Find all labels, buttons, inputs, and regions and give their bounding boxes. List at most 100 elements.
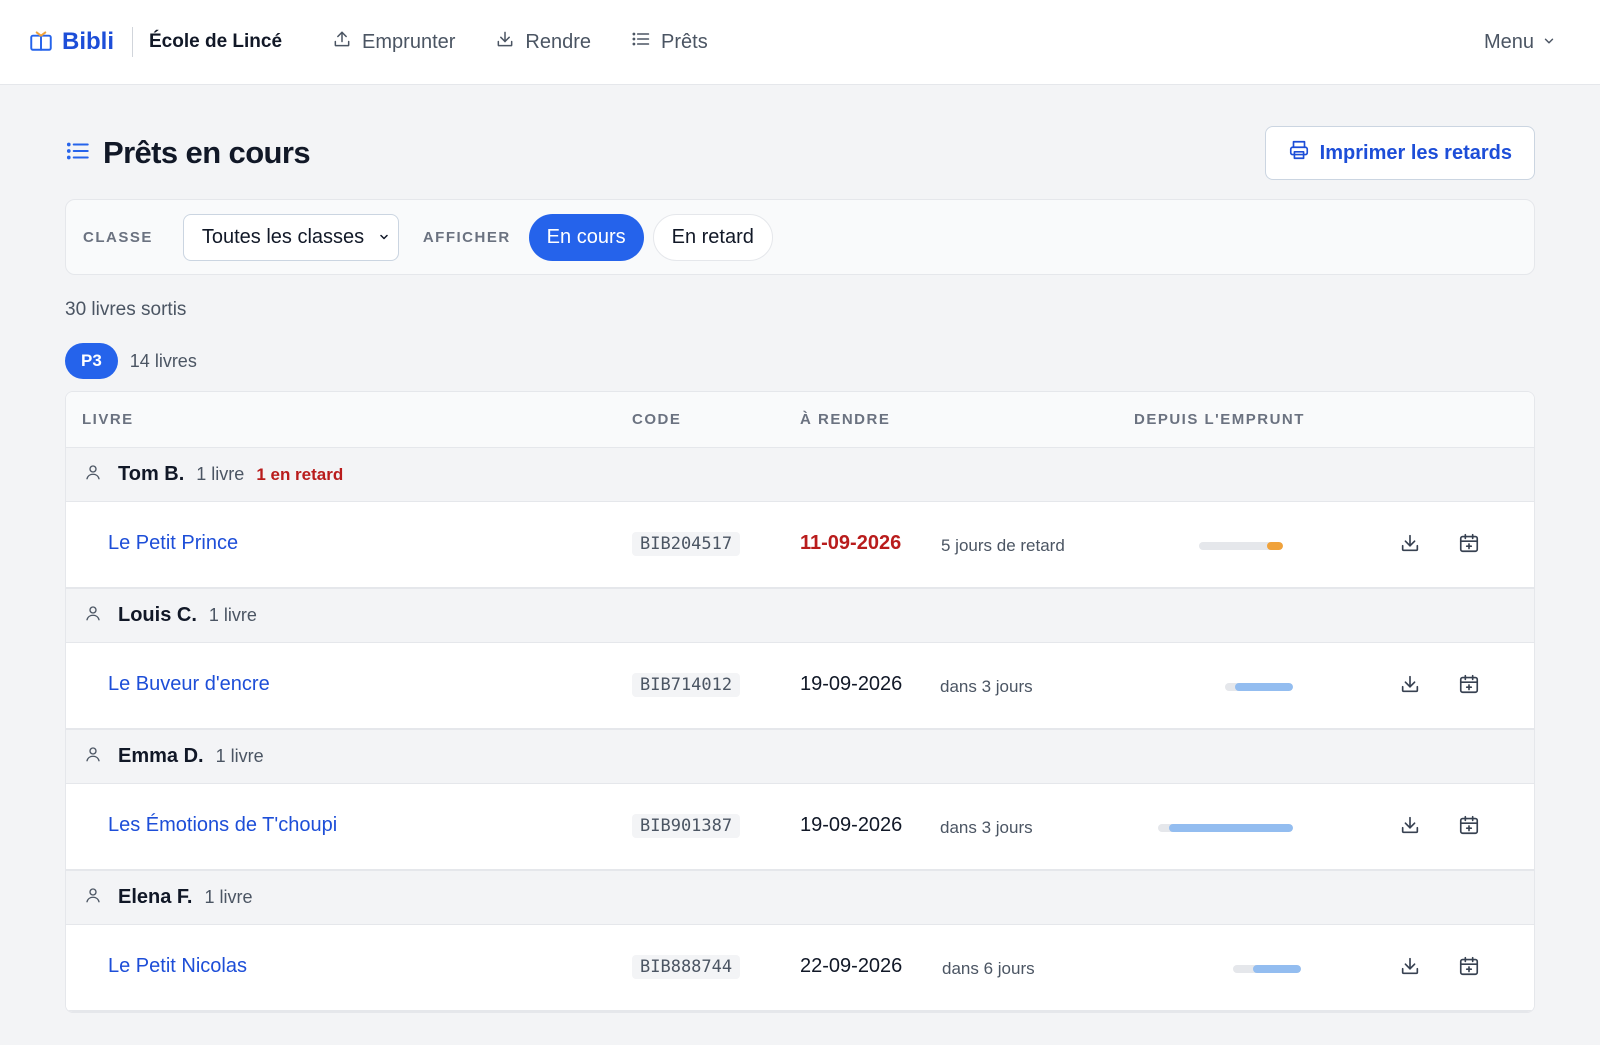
nav-link-rendre[interactable]: Rendre [495, 29, 591, 55]
show-filter-label: AFFICHER [422, 228, 511, 246]
loan-progress-fill [1267, 542, 1283, 550]
loan-row: Le Buveur d'encre BIB714012 19-09-2026 dans… [66, 643, 1534, 730]
book-code: BIB204517 [632, 532, 741, 556]
extend-loan-button[interactable] [1456, 955, 1482, 981]
top-navigation: Bibli École de Lincé Emprunter Rendre Pr… [0, 0, 1600, 85]
nav-link-label: Rendre [525, 30, 592, 53]
book-title-link[interactable]: Les Émotions de T'choupi [108, 814, 337, 837]
class-filter-label: CLASSE [83, 228, 153, 246]
filter-bar: CLASSE Toutes les classes AFFICHER En co… [65, 199, 1535, 275]
nav-links: Emprunter Rendre Prêts [332, 29, 708, 55]
download-icon [1399, 955, 1421, 982]
menu-button[interactable]: Menu [1484, 31, 1556, 54]
download-icon [1399, 673, 1421, 700]
student-name: Tom B. [118, 463, 185, 485]
book-code: BIB714012 [632, 673, 741, 697]
student-book-count: 1 livre [208, 605, 257, 625]
gift-icon [28, 27, 54, 58]
loan-count: 30 livres sortis [65, 299, 187, 320]
loan-progress-bar [1225, 683, 1293, 691]
list-icon [65, 138, 91, 169]
student-book-count: 1 livre [196, 464, 245, 484]
print-overdue-button[interactable]: Imprimer les retards [1264, 126, 1535, 180]
loan-progress-fill [1235, 683, 1293, 691]
loan-progress-fill [1168, 824, 1293, 832]
page-header: Prêts en cours [65, 135, 311, 171]
class-select[interactable]: Toutes les classes [182, 213, 399, 261]
book-title-link[interactable]: Le Petit Nicolas [108, 955, 247, 978]
nav-link-emprunter[interactable]: Emprunter [332, 29, 455, 55]
loan-row: Les Émotions de T'choupi BIB901387 19-09-2… [66, 784, 1534, 871]
due-date: 11-09-2026 [800, 532, 902, 554]
filter-en-retard[interactable]: En retard [652, 213, 773, 261]
due-relative: dans 3 jours [940, 677, 1033, 696]
main-content: Prêts en cours Imprimer les retards CLAS… [0, 85, 1600, 1013]
class-select-value: Toutes les classes [201, 225, 365, 248]
extend-loan-button[interactable] [1456, 532, 1482, 558]
user-icon [84, 886, 102, 909]
school-name: École de Lincé [149, 31, 283, 52]
upload-icon [332, 29, 352, 55]
header-book: LIVRE [82, 411, 134, 428]
loan-row: Le Petit Prince BIB204517 11-09-2026 5 jour… [66, 502, 1534, 589]
nav-divider [132, 27, 133, 57]
print-label: Imprimer les retards [1319, 141, 1512, 164]
student-row: Louis C. 1 livre [66, 589, 1534, 643]
book-title-link[interactable]: Le Buveur d'encre [108, 673, 270, 696]
book-title-link[interactable]: Le Petit Prince [108, 532, 238, 555]
chevron-down-icon [1542, 31, 1556, 54]
return-book-button[interactable] [1397, 955, 1423, 981]
user-icon [84, 745, 102, 768]
student-book-count: 1 livre [204, 887, 253, 907]
loan-progress-fill [1253, 965, 1301, 973]
header-due: À RENDRE [800, 411, 891, 428]
student-row: Emma D. 1 livre [66, 730, 1534, 784]
calendar-plus-icon [1458, 955, 1480, 982]
table-body: Tom B. 1 livre 1 en retard Le Petit Prince B… [66, 448, 1534, 1012]
brand[interactable]: Bibli [28, 27, 114, 58]
book-code: BIB888744 [632, 955, 741, 979]
nav-link-label: Prêts [661, 30, 708, 53]
book-code: BIB901387 [632, 814, 741, 838]
return-book-button[interactable] [1397, 532, 1423, 558]
return-book-button[interactable] [1397, 814, 1423, 840]
class-header: P3 14 livres [65, 343, 1535, 379]
extend-loan-button[interactable] [1456, 673, 1482, 699]
title-row: Prêts en cours Imprimer les retards [65, 125, 1535, 181]
printer-icon [1288, 139, 1310, 167]
filter-en-cours[interactable]: En cours [528, 213, 644, 261]
due-date: 22-09-2026 [800, 955, 903, 977]
student-name: Louis C. [118, 604, 197, 626]
download-icon [495, 29, 515, 55]
table-header: LIVRE CODE À RENDRE DEPUIS L'EMPRUNT [66, 392, 1534, 448]
page-title: Prêts en cours [103, 135, 311, 170]
loan-row: Le Petit Nicolas BIB888744 22-09-2026 dans … [66, 925, 1534, 1012]
due-relative: dans 6 jours [942, 959, 1035, 978]
loans-table: LIVRE CODE À RENDRE DEPUIS L'EMPRUNT Tom… [65, 391, 1535, 1013]
header-code: CODE [632, 411, 682, 428]
due-date: 19-09-2026 [800, 814, 903, 836]
nav-link-label: Emprunter [362, 30, 456, 53]
brand-name: Bibli [62, 28, 114, 55]
extend-loan-button[interactable] [1456, 814, 1482, 840]
user-icon [84, 604, 102, 627]
student-name: Elena F. [118, 886, 193, 908]
class-book-count: 14 livres [129, 350, 197, 371]
due-relative: dans 3 jours [940, 818, 1033, 837]
menu-label: Menu [1483, 30, 1534, 53]
calendar-plus-icon [1458, 532, 1480, 559]
student-row: Elena F. 1 livre [66, 871, 1534, 925]
chevron-down-icon [378, 226, 390, 249]
nav-link-prets[interactable]: Prêts [631, 29, 708, 55]
list-icon [631, 29, 651, 55]
student-row: Tom B. 1 livre 1 en retard [66, 448, 1534, 502]
student-name: Emma D. [118, 745, 204, 767]
due-relative: 5 jours de retard [941, 536, 1065, 555]
calendar-plus-icon [1458, 673, 1480, 700]
status-toggle: En cours En retard [528, 213, 773, 261]
return-book-button[interactable] [1397, 673, 1423, 699]
user-icon [84, 463, 102, 486]
loan-progress-bar [1199, 542, 1283, 550]
calendar-plus-icon [1458, 814, 1480, 841]
loan-progress-bar [1158, 824, 1293, 832]
